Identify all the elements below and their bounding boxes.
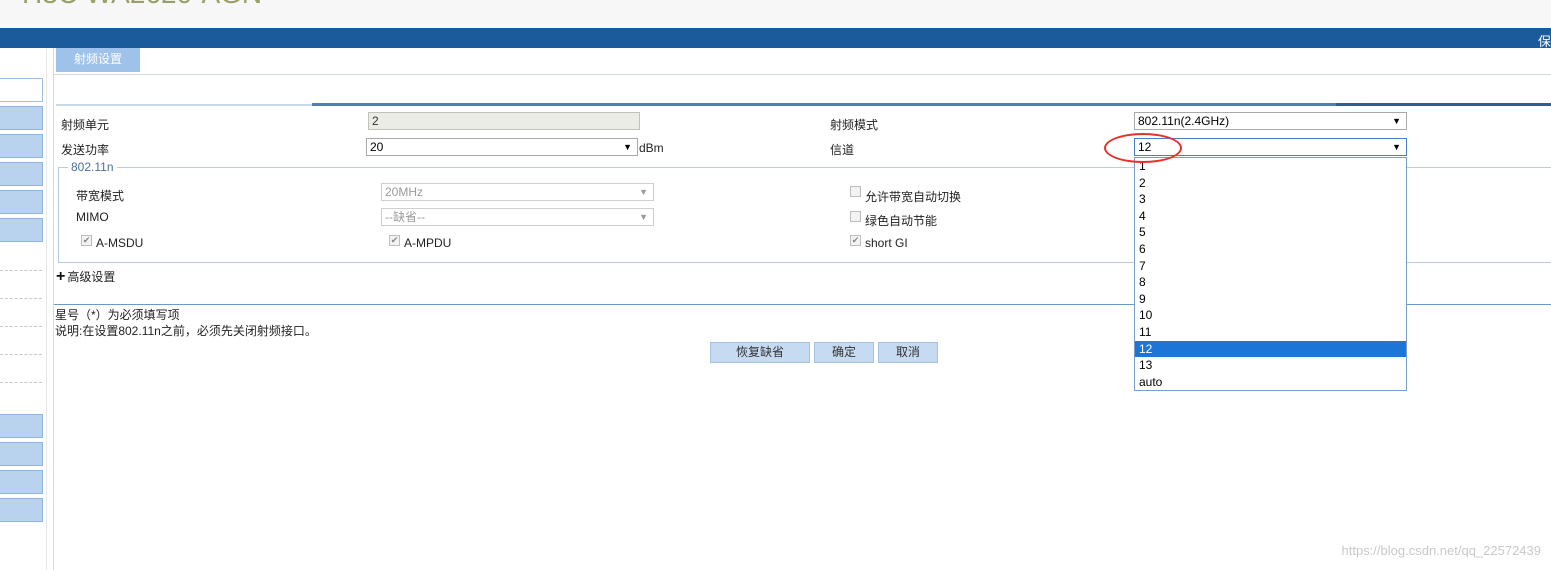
sidebar-item[interactable] bbox=[0, 134, 43, 158]
short-gi-label: short GI bbox=[865, 236, 908, 250]
channel-option[interactable]: 4 bbox=[1135, 208, 1406, 225]
channel-option[interactable]: 3 bbox=[1135, 191, 1406, 208]
sidebar-item[interactable] bbox=[0, 218, 43, 242]
tx-power-unit: dBm bbox=[639, 141, 664, 155]
channel-option[interactable]: 8 bbox=[1135, 274, 1406, 291]
restore-defaults-button[interactable]: 恢复缺省 bbox=[710, 342, 810, 363]
channel-option[interactable]: 9 bbox=[1135, 291, 1406, 308]
ampdu-label: A-MPDU bbox=[404, 236, 452, 250]
amsdu-checkbox[interactable]: ✔ bbox=[81, 235, 92, 246]
radio-mode-select[interactable]: 802.11n(2.4GHz) ▼ bbox=[1134, 112, 1407, 130]
sidebar-divider bbox=[0, 354, 42, 355]
radio-mode-label: 射频模式 bbox=[830, 118, 879, 132]
sidebar-item[interactable] bbox=[0, 442, 43, 466]
sidebar-item[interactable] bbox=[0, 106, 43, 130]
mimo-label: MIMO bbox=[76, 210, 109, 224]
advanced-settings-label: 高级设置 bbox=[67, 270, 116, 284]
channel-option[interactable]: 13 bbox=[1135, 357, 1406, 374]
bandwidth-label: 带宽模式 bbox=[76, 189, 125, 203]
sidebar-item[interactable] bbox=[0, 190, 43, 214]
auto-bandwidth-checkbox[interactable] bbox=[850, 186, 861, 197]
tx-power-value: 20 bbox=[370, 140, 384, 154]
ampdu-checkbox[interactable]: ✔ bbox=[389, 235, 400, 246]
sidebar-item[interactable] bbox=[0, 162, 43, 186]
short-gi-checkbox[interactable]: ✔ bbox=[850, 235, 861, 246]
plus-icon: + bbox=[56, 268, 66, 285]
advanced-settings-toggle[interactable]: + 高级设置 bbox=[56, 268, 115, 286]
sidebar-divider bbox=[0, 270, 42, 271]
channel-option[interactable]: auto bbox=[1135, 374, 1406, 391]
radio-unit-label: 射频单元 bbox=[61, 118, 110, 132]
brand-title: H3C WA2620-AGN bbox=[22, 0, 262, 10]
annotation-circle bbox=[1104, 133, 1182, 163]
amsdu-label: A-MSDU bbox=[96, 236, 144, 250]
section-divider bbox=[1336, 103, 1551, 106]
channel-option[interactable]: 2 bbox=[1135, 175, 1406, 192]
bandwidth-select[interactable]: 20MHz ▼ bbox=[381, 183, 654, 201]
dropdown-arrow-icon: ▼ bbox=[639, 187, 648, 197]
channel-label: 信道 bbox=[830, 143, 855, 157]
channel-dropdown-list: 1 2 3 4 5 6 7 8 9 10 11 12 13 auto bbox=[1134, 157, 1407, 391]
bandwidth-value: 20MHz bbox=[385, 185, 424, 199]
sidebar bbox=[0, 48, 47, 570]
auto-bandwidth-label: 允许带宽自动切换 bbox=[865, 190, 962, 204]
channel-option[interactable]: 11 bbox=[1135, 324, 1406, 341]
mimo-value: --缺省-- bbox=[385, 210, 425, 224]
radio-mode-value: 802.11n(2.4GHz) bbox=[1138, 114, 1230, 128]
dropdown-arrow-icon: ▼ bbox=[1392, 116, 1401, 126]
section-divider bbox=[56, 104, 312, 106]
section-divider bbox=[312, 103, 1336, 106]
content-border bbox=[53, 48, 54, 570]
cancel-button[interactable]: 取消 bbox=[878, 342, 938, 363]
explain-note: 说明:在设置802.11n之前，必须先关闭射频接口。 bbox=[55, 324, 317, 338]
sidebar-divider bbox=[0, 298, 42, 299]
tab-row bbox=[54, 48, 1551, 75]
mimo-select[interactable]: --缺省-- ▼ bbox=[381, 208, 654, 226]
channel-option[interactable]: 5 bbox=[1135, 224, 1406, 241]
tx-power-label: 发送功率 bbox=[61, 143, 110, 157]
channel-option[interactable]: 12 bbox=[1135, 340, 1406, 358]
channel-option[interactable]: 10 bbox=[1135, 307, 1406, 324]
sidebar-item[interactable] bbox=[0, 498, 43, 522]
green-energy-label: 绿色自动节能 bbox=[865, 214, 938, 228]
dropdown-arrow-icon: ▼ bbox=[639, 212, 648, 222]
sidebar-item[interactable] bbox=[0, 78, 43, 102]
tx-power-select[interactable]: 20 ▼ bbox=[366, 138, 638, 156]
tab-radio-settings[interactable]: 射频设置 bbox=[56, 48, 140, 72]
sidebar-divider bbox=[0, 382, 42, 383]
watermark: https://blog.csdn.net/qq_22572439 bbox=[1341, 543, 1542, 558]
radio-unit-field: 2 bbox=[368, 112, 640, 130]
channel-option[interactable]: 1 bbox=[1135, 158, 1406, 175]
sidebar-divider bbox=[0, 326, 42, 327]
channel-option[interactable]: 7 bbox=[1135, 258, 1406, 275]
sidebar-item[interactable] bbox=[0, 414, 43, 438]
confirm-button[interactable]: 确定 bbox=[814, 342, 874, 363]
nav-bar bbox=[0, 28, 1551, 48]
channel-option[interactable]: 6 bbox=[1135, 241, 1406, 258]
green-energy-checkbox[interactable] bbox=[850, 211, 861, 222]
dropdown-arrow-icon: ▼ bbox=[1392, 142, 1401, 152]
required-note: 星号（*）为必须填写项 bbox=[55, 308, 180, 322]
sidebar-item[interactable] bbox=[0, 470, 43, 494]
group-legend: 802.11n bbox=[68, 160, 117, 174]
dropdown-arrow-icon: ▼ bbox=[623, 142, 632, 152]
